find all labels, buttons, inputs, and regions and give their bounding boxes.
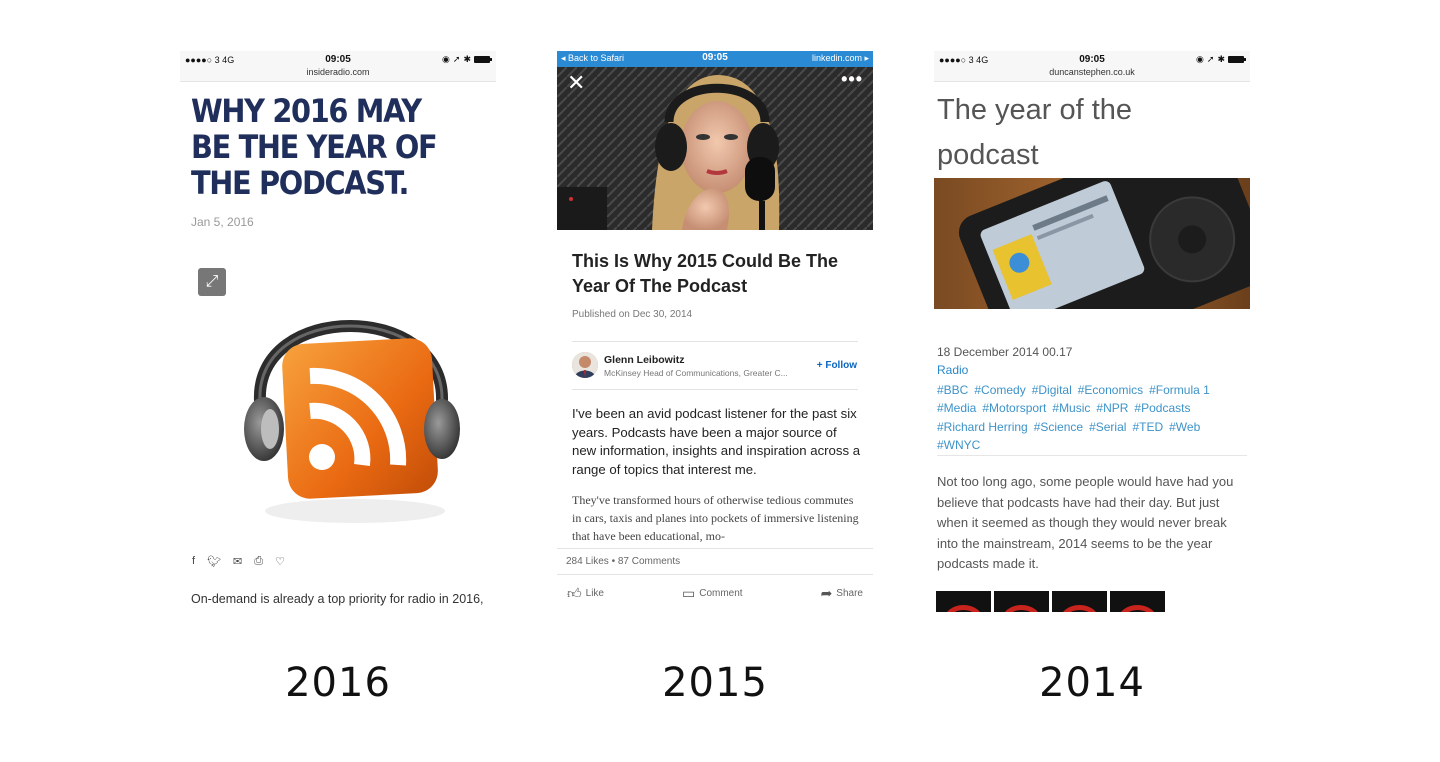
engagement-stats[interactable]: 284 Likes • 87 Comments	[566, 556, 680, 567]
podcast-rss-headphones-image	[244, 320, 460, 523]
tag-link[interactable]: #Comedy	[974, 383, 1025, 397]
tag-link[interactable]: #TED	[1132, 420, 1163, 434]
more-options-icon[interactable]: •••	[841, 69, 863, 90]
tag-link[interactable]: #Richard Herring	[937, 420, 1028, 434]
print-icon[interactable]: ⎙	[254, 555, 263, 568]
heart-icon[interactable]: ♡	[275, 555, 285, 568]
divider	[572, 389, 858, 390]
author-name[interactable]: Glenn Leibowitz	[604, 354, 685, 366]
article-date: Jan 5, 2016	[191, 215, 254, 229]
address-url[interactable]: duncanstephen.co.uk	[934, 67, 1250, 77]
article-title: The year of the podcast	[937, 94, 1133, 171]
tag-link[interactable]: #Formula 1	[1149, 383, 1210, 397]
location-icon: ◉	[442, 54, 450, 64]
published-date: Published on Dec 30, 2014	[572, 309, 693, 320]
year-label-2016: 2016	[285, 660, 391, 706]
category-link[interactable]: Radio	[937, 363, 968, 377]
hero-image: ✕ •••	[557, 67, 873, 230]
bluetooth-icon: ✱	[1217, 54, 1225, 64]
divider	[572, 341, 858, 342]
comment-label: Comment	[699, 588, 743, 599]
share-label: Share	[836, 588, 863, 599]
post-date: 18 December 2014 00.17	[937, 345, 1073, 359]
action-bar: 👍︎ Like ▭ Comment ➦ Share	[567, 585, 863, 602]
screenshot-linkedin: ◂ Back to Safari 09:05 linkedin.com ▸ ✕ …	[557, 51, 873, 612]
tag-link[interactable]: #Podcasts	[1134, 401, 1190, 415]
article-lead: I've been an avid podcast listener for t…	[572, 406, 861, 477]
host-link[interactable]: linkedin.com ▸	[812, 53, 869, 64]
author-photo	[572, 352, 598, 378]
tag-link[interactable]: #NPR	[1096, 401, 1128, 415]
close-icon[interactable]: ✕	[567, 71, 585, 95]
like-label: Like	[585, 588, 604, 599]
article-body: They've transformed hours of otherwise t…	[572, 493, 859, 543]
like-button[interactable]: 👍︎ Like	[567, 585, 604, 602]
year-label-2014: 2014	[1039, 660, 1145, 706]
tag-link[interactable]: #Digital	[1032, 383, 1072, 397]
screenshot-duncanstephen: ●●●●○ 3 4G 09:05 duncanstephen.co.uk ◉ ➚…	[934, 51, 1250, 612]
comment-icon: ▭	[681, 585, 696, 601]
comment-button[interactable]: ▭ Comment	[682, 585, 743, 602]
battery-icon	[1228, 56, 1246, 63]
facebook-icon[interactable]: f	[192, 555, 195, 568]
tag-link[interactable]: #Serial	[1089, 420, 1126, 434]
article-title: WHY 2016 MAY BE THE YEAR OF THE PODCAST.	[191, 92, 438, 202]
follow-button[interactable]: + Follow	[817, 360, 857, 371]
tag-link[interactable]: #Economics	[1078, 383, 1143, 397]
arrow-icon: ➚	[1206, 54, 1215, 64]
year-label-2015: 2015	[662, 660, 768, 706]
status-bar: ●●●●○ 3 4G 09:05 duncanstephen.co.uk ◉ ➚…	[934, 51, 1250, 82]
share-bar: f 🐦︎ ✉ ⎙ ♡	[192, 555, 285, 568]
bluetooth-icon: ✱	[463, 54, 471, 64]
article-body: Not too long ago, some people would have…	[937, 474, 1234, 571]
article-title: This Is Why 2015 Could Be The Year Of Th…	[572, 251, 839, 296]
tag-link[interactable]: #Science	[1034, 420, 1083, 434]
twitter-icon[interactable]: 🐦︎	[207, 555, 221, 568]
divider	[557, 548, 873, 549]
share-button[interactable]: ➦ Share	[821, 585, 863, 602]
thumbs-up-icon: 👍︎	[567, 585, 582, 601]
serial-logo-image	[936, 591, 1165, 612]
expand-icon[interactable]: ⤢	[198, 268, 226, 296]
email-icon[interactable]: ✉	[233, 555, 242, 568]
tag-link[interactable]: #Motorsport	[982, 401, 1046, 415]
divider	[557, 574, 873, 575]
ipod-photo	[934, 178, 1250, 309]
screenshot-insideradio: ●●●●○ 3 4G 09:05 insideradio.com ◉ ➚ ✱ W…	[180, 51, 496, 612]
status-bar: ●●●●○ 3 4G 09:05 insideradio.com ◉ ➚ ✱	[180, 51, 496, 82]
tag-link[interactable]: #BBC	[937, 383, 968, 397]
location-icon: ◉	[1196, 54, 1204, 64]
tag-link[interactable]: #Web	[1169, 420, 1200, 434]
podcaster-photo	[557, 67, 873, 230]
status-bar: ◂ Back to Safari 09:05 linkedin.com ▸	[557, 51, 873, 67]
avatar[interactable]	[572, 352, 598, 378]
hero-image	[934, 178, 1250, 309]
author-role: McKinsey Head of Communications, Greater…	[604, 368, 788, 378]
tag-link[interactable]: #Music	[1052, 401, 1090, 415]
tag-link[interactable]: #Media	[937, 401, 976, 415]
address-url[interactable]: insideradio.com	[180, 67, 496, 77]
divider	[937, 455, 1247, 456]
arrow-icon: ➚	[452, 54, 461, 64]
article-body: On-demand is already a top priority for …	[191, 592, 484, 606]
share-icon: ➦	[820, 585, 833, 601]
tag-link[interactable]: #WNYC	[937, 438, 980, 452]
tag-list: #BBC #Comedy #Digital #Economics #Formula 1 #…	[937, 381, 1237, 454]
battery-icon	[474, 56, 492, 63]
